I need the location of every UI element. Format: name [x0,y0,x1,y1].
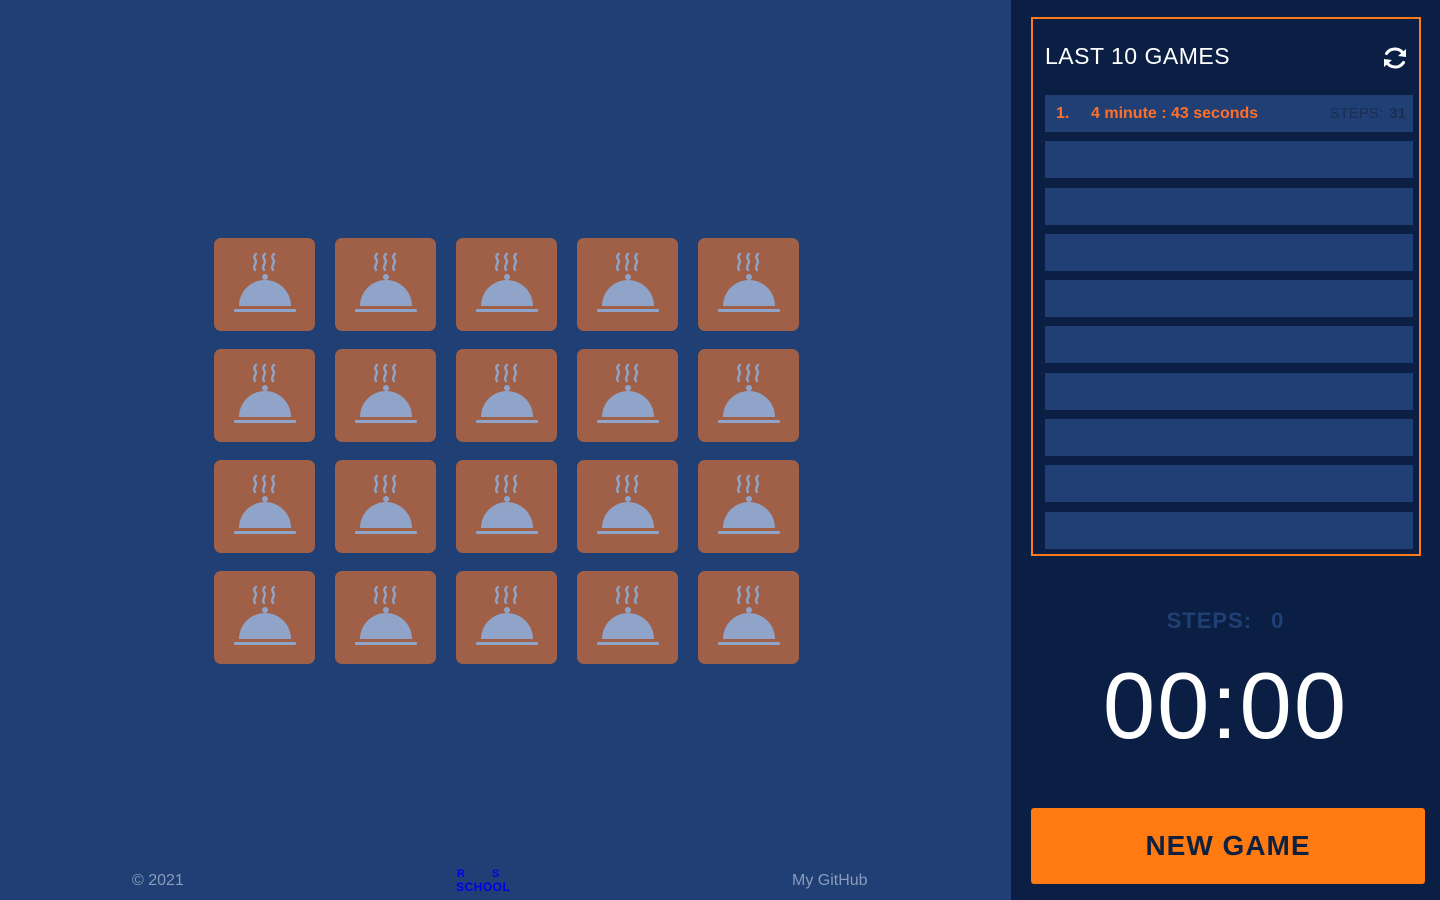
memory-card[interactable] [456,571,557,664]
cloche-icon [233,252,296,312]
cloche-icon [596,585,659,645]
memory-card[interactable] [335,349,436,442]
cloche-icon [233,363,296,423]
cloche-icon [717,252,780,312]
game-number: 1. [1056,105,1070,122]
cloche-icon [596,474,659,534]
memory-card[interactable] [698,238,799,331]
cloche-icon [717,363,780,423]
memory-card[interactable] [335,238,436,331]
last-games-panel: LAST 10 GAMES 1. 4 minute : 43 seconds STE… [1031,17,1421,556]
current-steps: STEPS: 0 [1011,608,1440,634]
sidebar: LAST 10 GAMES 1. 4 minute : 43 seconds STE… [1011,0,1440,900]
cloche-icon [475,252,538,312]
cloche-icon [233,474,296,534]
steps-value: 0 [1271,608,1285,633]
cloche-icon [596,363,659,423]
game-history-row [1045,372,1413,410]
memory-card[interactable] [214,460,315,553]
memory-card[interactable] [456,349,557,442]
logo-school: SCHOOL [456,880,511,894]
game-steps-label: STEPS: [1329,105,1383,122]
memory-card[interactable] [577,460,678,553]
cloche-icon [354,363,417,423]
rs-school-logo[interactable]: R S SCHOOL [456,868,526,894]
game-history-row [1045,141,1413,179]
memory-card[interactable] [698,571,799,664]
memory-card[interactable] [456,238,557,331]
github-link[interactable]: My GitHub [792,872,868,890]
last-games-title: LAST 10 GAMES [1045,43,1231,69]
cloche-icon [475,585,538,645]
memory-card[interactable] [577,571,678,664]
game-history-row [1045,511,1413,549]
memory-card[interactable] [698,349,799,442]
copyright: © 2021 [132,872,184,889]
logo-s: S [492,868,500,880]
timer: 00:00 [1102,653,1349,758]
game-history-row: 1. 4 minute : 43 seconds STEPS: 31 [1045,95,1413,132]
footer: © 2021 R S SCHOOL My GitHub [0,862,1011,896]
game-area: © 2021 R S SCHOOL My GitHub [0,0,1011,900]
cloche-icon [475,474,538,534]
cloche-icon [354,585,417,645]
card-board [214,238,799,664]
game-history-row [1045,465,1413,503]
steps-label: STEPS: [1166,608,1253,633]
memory-card[interactable] [335,460,436,553]
cloche-icon [717,585,780,645]
game-time: 4 minute : 43 seconds [1091,105,1259,122]
refresh-icon[interactable] [1380,43,1410,73]
cloche-icon [354,474,417,534]
cloche-icon [475,363,538,423]
memory-card[interactable] [214,238,315,331]
cloche-icon [717,474,780,534]
game-steps-value: 31 [1389,105,1406,122]
game-history-row [1045,233,1413,271]
memory-card[interactable] [335,571,436,664]
games-list: 1. 4 minute : 43 seconds STEPS: 31 [1045,95,1413,558]
memory-card[interactable] [577,349,678,442]
cloche-icon [354,252,417,312]
cloche-icon [596,252,659,312]
logo-r: R [457,868,465,880]
memory-card[interactable] [698,460,799,553]
new-game-button[interactable]: NEW GAME [1031,808,1425,884]
game-history-row [1045,280,1413,318]
game-history-row [1045,187,1413,225]
memory-card[interactable] [577,238,678,331]
memory-card[interactable] [214,349,315,442]
game-history-row [1045,326,1413,364]
memory-card[interactable] [456,460,557,553]
memory-card[interactable] [214,571,315,664]
game-history-row [1045,419,1413,457]
cloche-icon [233,585,296,645]
